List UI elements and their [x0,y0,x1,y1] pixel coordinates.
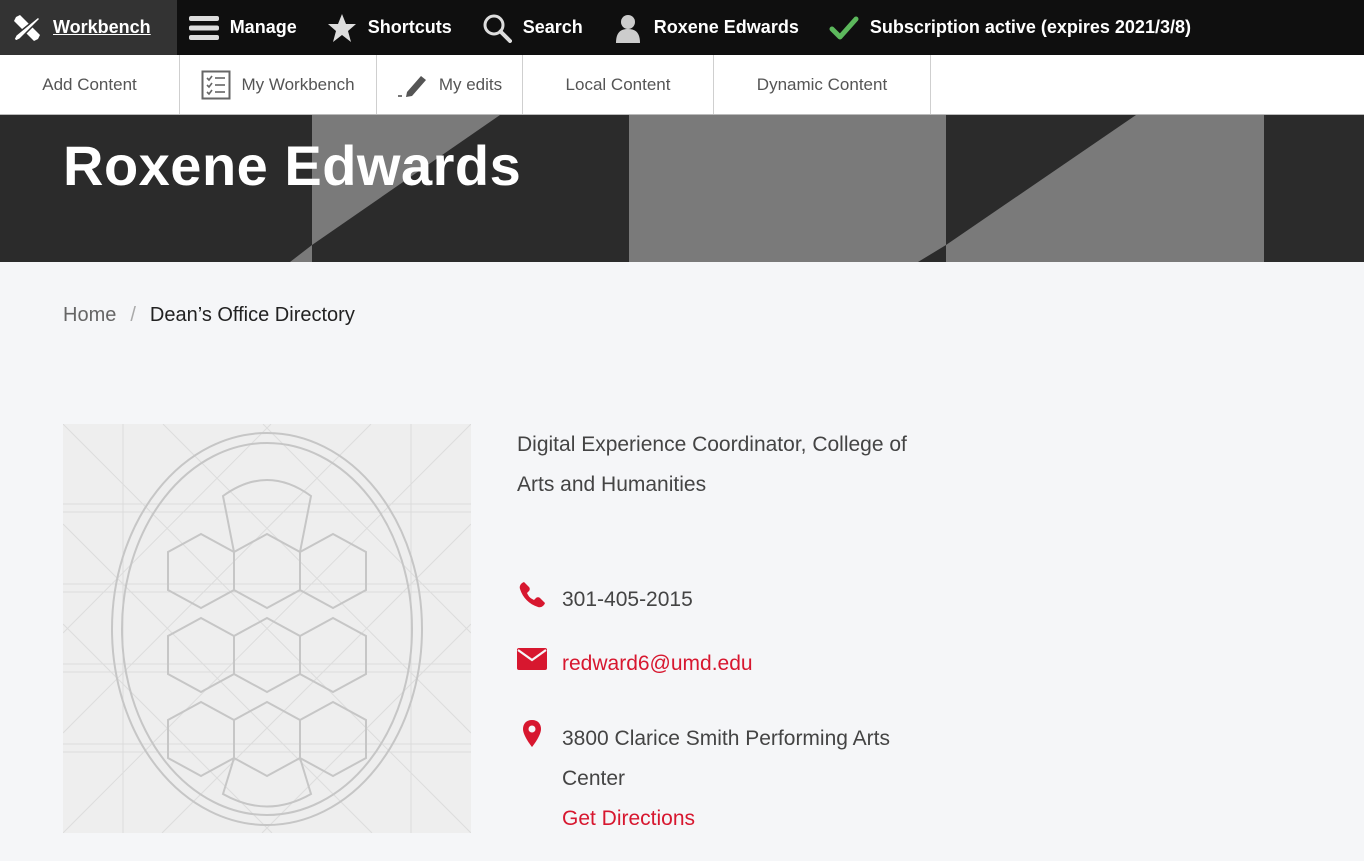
hamburger-icon [188,13,219,43]
admin-toolbar: Workbench Manage Shortcuts Search Roxene… [0,0,1364,55]
phone-number: 301-405-2015 [562,588,693,611]
map-pin-icon [517,719,547,749]
breadcrumb-current[interactable]: Dean’s Office Directory [150,304,355,327]
tray-my-edits[interactable]: My edits [377,55,523,114]
toolbar-search[interactable]: Search [470,0,601,55]
hero-banner: Roxene Edwards [0,115,1364,262]
user-icon [613,13,643,43]
toolbar-user[interactable]: Roxene Edwards [601,0,817,55]
toolbar-workbench[interactable]: Workbench [0,0,177,55]
checklist-icon [201,70,231,100]
breadcrumb-separator: / [130,304,136,326]
envelope-icon [517,644,547,674]
address-row: 3800 Clarice Smith Performing Arts Cente… [517,719,922,839]
pencil-icon [397,72,429,98]
job-title: Digital Experience Coordinator, College … [517,433,907,496]
tray-local-content[interactable]: Local Content [523,55,714,114]
page-title: Roxene Edwards [63,134,522,197]
toolbar-shortcuts[interactable]: Shortcuts [315,0,470,55]
phone-row: 301-405-2015 [517,580,693,620]
check-icon [829,13,859,43]
secondary-tray: Add Content My Workbench My edits Local … [0,55,1364,115]
search-icon [482,13,512,43]
address-text: 3800 Clarice Smith Performing Arts Cente… [562,727,890,790]
workbench-icon [12,13,42,43]
breadcrumb-home-link[interactable]: Home [63,304,116,327]
phone-icon [517,580,547,610]
tray-my-workbench[interactable]: My Workbench [180,55,377,114]
breadcrumb: Home / Dean’s Office Directory [63,304,355,327]
email-row: redward6@umd.edu [517,644,753,684]
profile-photo-placeholder [63,424,471,833]
toolbar-manage[interactable]: Manage [177,0,315,55]
get-directions-link[interactable]: Get Directions [562,799,922,839]
tray-dynamic-content[interactable]: Dynamic Content [714,55,931,114]
toolbar-subscription[interactable]: Subscription active (expires 2021/3/8) [817,0,1209,55]
email-link[interactable]: redward6@umd.edu [562,644,753,684]
star-icon [327,13,357,43]
turtle-shell-icon [63,424,471,833]
tray-add-content[interactable]: Add Content [0,55,180,114]
